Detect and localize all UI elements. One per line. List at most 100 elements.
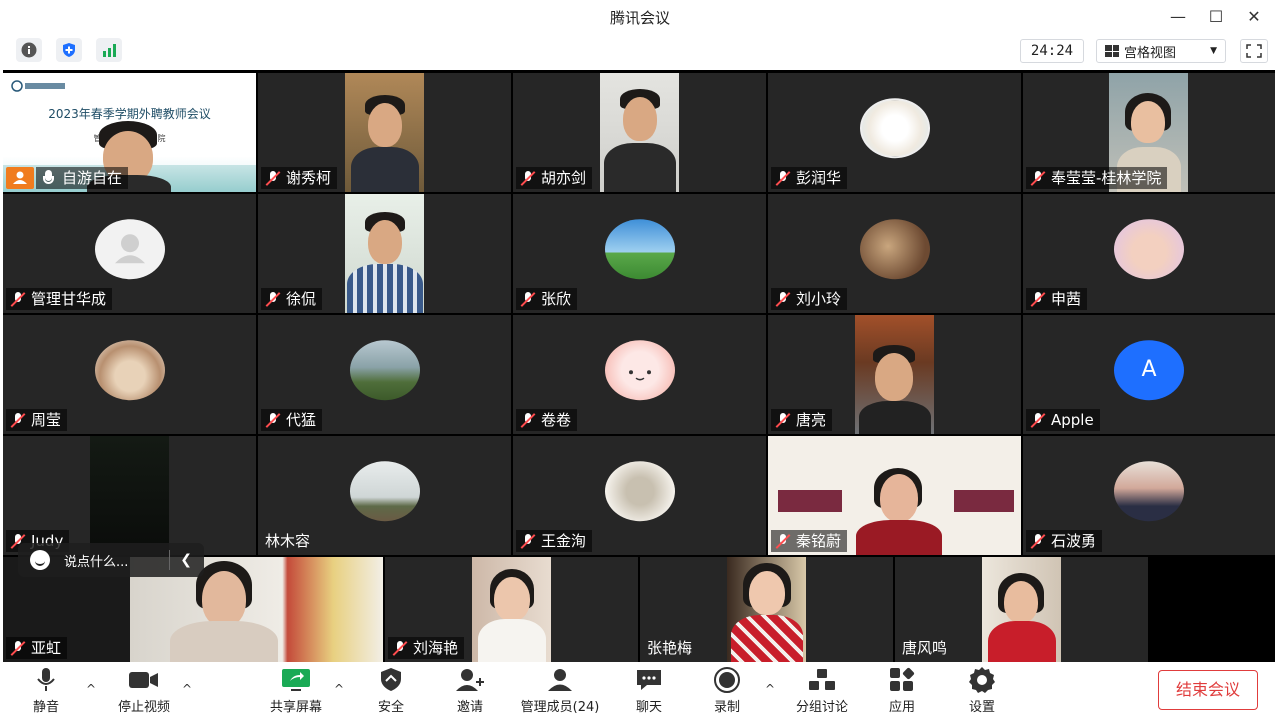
avatar [604,460,675,521]
info-icon[interactable] [16,38,42,62]
participant-video [600,73,679,192]
participant-tile[interactable]: 张欣 [513,194,766,313]
security-button[interactable]: 安全 [351,666,431,716]
participant-tile[interactable]: 谢秀柯 [258,73,511,192]
participant-name-bar: 胡亦剑 [516,167,593,189]
participant-tile[interactable]: 王金洵 [513,436,766,555]
minimize-icon[interactable]: — [1166,6,1190,28]
app-title: 腾讯会议 [609,9,670,27]
mic-muted-icon [1030,170,1046,186]
fullscreen-button[interactable] [1240,39,1268,63]
grid-view-icon [1105,45,1119,57]
view-mode-label: 宫格视图 [1124,45,1177,61]
chevron-up-icon[interactable]: ^ [765,682,775,696]
participant-name-bar: 刘小玲 [771,288,848,310]
slide-title: 2023年春季学期外聘教师会议 [48,107,211,121]
mic-muted-icon [1030,533,1046,549]
chevron-left-icon[interactable]: ❮ [180,552,192,568]
participant-name-bar: 刘海艳 [388,637,465,659]
emoji-icon[interactable] [30,550,50,570]
record-button[interactable]: 录制 [687,666,767,716]
mic-muted-icon [520,291,536,307]
manage-members-button[interactable]: 管理成员(24) [510,666,610,716]
mic-muted-icon [392,640,408,656]
participant-tile[interactable]: 秦铭蔚 [768,436,1021,555]
participant-video [982,557,1061,662]
participant-tile[interactable]: 周莹 [3,315,256,434]
participant-tile[interactable]: 奉莹莹-桂林学院 [1023,73,1275,192]
avatar [94,339,165,400]
mic-muted-icon [775,412,791,428]
mute-button[interactable]: 静音 [6,666,86,716]
participant-tile[interactable]: 刘海艳 [385,557,638,662]
gear-icon [969,667,995,693]
participant-tile[interactable]: 2023年春季学期外聘教师会议 管理工……中周学院 自游自在 [3,73,256,192]
participant-name-bar: 谢秀柯 [261,167,338,189]
avatar [859,97,930,158]
maximize-icon[interactable]: ☐ [1204,6,1228,28]
participant-name-bar: 唐亮 [771,409,833,431]
close-icon[interactable]: ✕ [1242,6,1266,28]
person-icon [13,171,27,184]
meeting-toolbar: 静音 ^ 停止视频 ^ 共享屏幕 ^ 安全 邀请 管理成员(24) 聊天 录制 … [0,662,1280,720]
invite-button[interactable]: 邀请 [430,666,510,716]
participant-tile[interactable]: 代猛 [258,315,511,434]
participant-name-bar: 徐侃 [261,288,323,310]
participant-name-bar: 卷卷 [516,409,578,431]
participant-tile[interactable]: 石波勇 [1023,436,1275,555]
avatar [604,218,675,279]
end-meeting-button[interactable]: 结束会议 [1158,670,1258,710]
participant-name: 张欣 [541,290,572,308]
settings-button[interactable]: 设置 [942,666,1022,716]
chevron-up-icon[interactable]: ^ [86,682,96,696]
mic-muted-icon [520,412,536,428]
chat-button[interactable]: 聊天 [609,666,689,716]
wall-decor [954,490,1014,512]
chevron-up-icon[interactable]: ^ [182,682,192,696]
participant-video [345,194,424,313]
participant-tile[interactable]: 唐亮 [768,315,1021,434]
participant-tile[interactable]: 胡亦剑 [513,73,766,192]
apps-button[interactable]: 应用 [862,666,942,716]
mic-muted-icon [10,412,26,428]
participant-name: 奉莹莹-桂林学院 [1051,169,1162,187]
participant-name: 胡亦剑 [541,169,587,187]
participant-name: 徐侃 [286,290,317,308]
chat-icon [637,670,661,690]
participant-tile[interactable]: 彭润华 [768,73,1021,192]
chevron-up-icon[interactable]: ^ [334,682,344,696]
apps-icon [890,667,915,691]
participant-tile[interactable]: Judy [3,436,256,555]
mic-muted-icon [1030,291,1046,307]
participant-name: 唐风鸣 [902,639,948,657]
participant-tile[interactable]: 刘小玲 [768,194,1021,313]
breakout-rooms-button[interactable]: 分组讨论 [782,666,862,716]
share-screen-button[interactable]: 共享屏幕 [256,666,336,716]
participant-tile[interactable]: 管理甘华成 [3,194,256,313]
participant-name: 王金洵 [541,532,587,550]
participant-name: 代猛 [286,411,317,429]
participant-name-bar: 唐风鸣 [898,637,953,659]
participant-tile[interactable]: 徐侃 [258,194,511,313]
view-mode-select[interactable]: 宫格视图 ▼ [1096,39,1226,63]
stop-video-button[interactable]: 停止视频 [104,666,184,716]
participant-tile[interactable]: 张艳梅 [640,557,893,662]
meeting-info-bar: 24:24 宫格视图 ▼ [0,34,1280,68]
participant-tile[interactable]: 林木容 [258,436,511,555]
shield-icon[interactable] [56,38,82,62]
participant-tile[interactable]: 申茜 [1023,194,1275,313]
chat-quick-input[interactable]: 说点什么... ❮ [18,543,204,577]
participant-name: 刘海艳 [413,639,459,657]
participant-name-bar: 石波勇 [1026,530,1103,552]
participant-name: Apple [1051,411,1094,429]
participant-name-bar: 秦铭蔚 [771,530,848,552]
host-badge [6,167,34,189]
signal-icon[interactable] [96,38,122,62]
participant-tile[interactable]: A Apple [1023,315,1275,434]
school-logo [11,77,71,92]
mic-muted-icon [520,533,536,549]
participant-video [345,73,424,192]
participant-name-bar: 张欣 [516,288,578,310]
participant-tile[interactable]: 卷卷 [513,315,766,434]
participant-tile[interactable]: 唐风鸣 [895,557,1148,662]
